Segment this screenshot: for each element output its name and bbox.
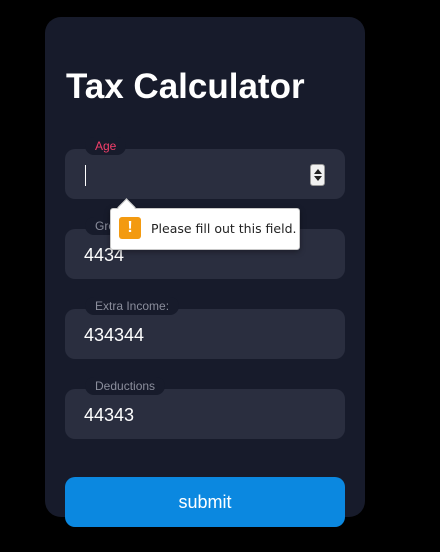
age-label: Age [85,137,127,155]
extra-income-value[interactable]: 434344 [84,324,144,346]
spin-up-icon[interactable] [314,169,322,174]
deductions-label: Deductions [85,377,166,395]
validation-tooltip: ! Please fill out this field. [110,208,300,250]
deductions-value[interactable]: 44343 [84,404,134,426]
spin-down-icon[interactable] [314,176,322,181]
submit-button[interactable]: submit [65,477,345,527]
number-spinner[interactable] [310,164,325,186]
validation-message: Please fill out this field. [151,221,297,236]
extra-income-label: Extra Income: [85,297,180,315]
page-title: Tax Calculator [66,67,305,106]
warning-icon: ! [119,217,141,239]
age-input[interactable] [65,149,345,199]
text-caret [85,165,86,186]
